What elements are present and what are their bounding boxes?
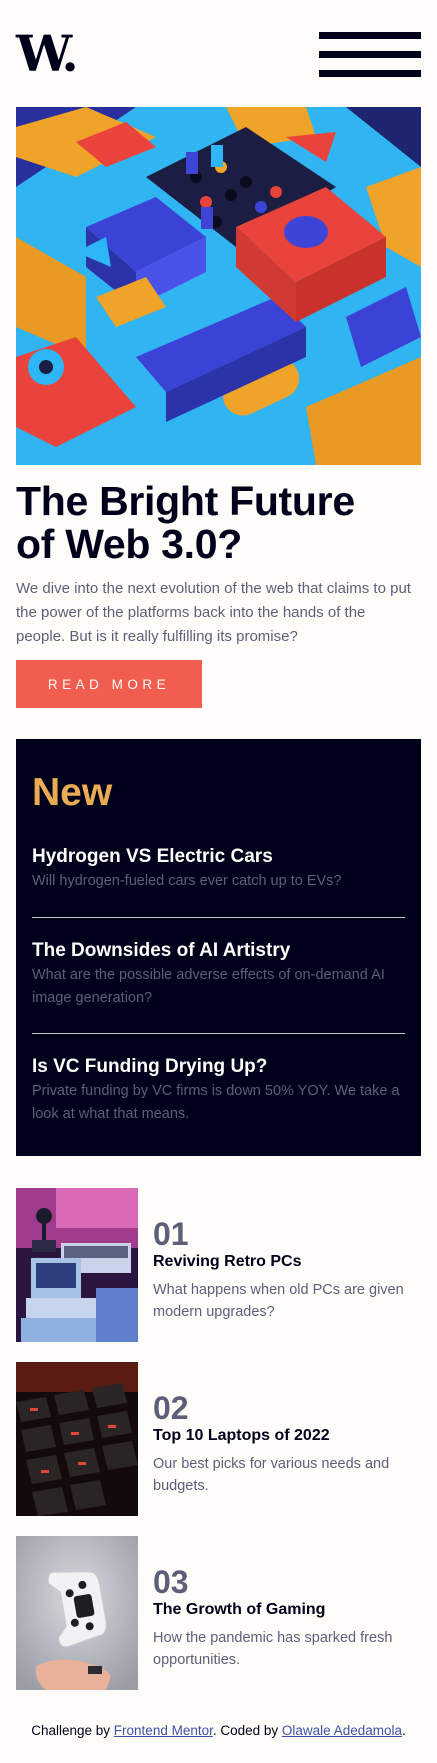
game-controller-thumbnail (16, 1536, 138, 1690)
new-item-title[interactable]: Hydrogen VS Electric Cars (32, 845, 405, 869)
hamburger-menu-icon[interactable] (319, 32, 421, 78)
menu-bar-top (319, 32, 421, 39)
new-item-description: Will hydrogen-fueled cars ever catch up … (32, 873, 342, 889)
article-description: What happens when old PCs are given mode… (153, 1282, 404, 1320)
article-title[interactable]: The Growth of Gaming (153, 1601, 325, 1619)
divider (32, 917, 405, 918)
article-card: 03 The Growth of Gaming How the pandemic… (16, 1536, 421, 1690)
article-number: 02 (153, 1390, 189, 1426)
new-item: Hydrogen VS Electric Cars Will hydrogen-… (32, 845, 405, 893)
frontend-mentor-link[interactable]: Frontend Mentor (114, 1723, 213, 1738)
article-title[interactable]: Top 10 Laptops of 2022 (153, 1427, 330, 1445)
menu-bar-middle (319, 51, 421, 58)
new-item-description: What are the possible adverse effects of… (32, 967, 385, 1006)
retro-pc-thumbnail (16, 1188, 138, 1342)
read-more-button[interactable]: READ MORE (16, 660, 202, 708)
laptop-keyboard-thumbnail (16, 1362, 138, 1516)
new-item: The Downsides of AI Artistry What are th… (32, 939, 405, 1010)
article-description: Our best picks for various needs and bud… (153, 1456, 390, 1494)
footer-suffix: . (401, 1723, 406, 1738)
menu-bar-bottom (319, 70, 421, 77)
article-card: 01 Reviving Retro PCs What happens when … (16, 1188, 421, 1342)
hero-title-line1: The Bright Future (16, 478, 355, 524)
hero-title-line2: of Web 3.0? (16, 521, 243, 567)
article-number: 03 (153, 1564, 189, 1600)
new-item: Is VC Funding Drying Up? Private funding… (32, 1055, 405, 1126)
header: W. (16, 28, 421, 80)
new-heading: New (32, 771, 113, 814)
footer-middle: . Coded by (212, 1723, 282, 1738)
article-description: How the pandemic has sparked fresh oppor… (153, 1630, 393, 1668)
hero-description: We dive into the next evolution of the w… (16, 580, 411, 645)
author-link[interactable]: Olawale Adedamola (282, 1723, 402, 1738)
hero-title: The Bright Future of Web 3.0? (16, 480, 426, 566)
new-item-title[interactable]: The Downsides of AI Artistry (32, 939, 405, 963)
hero-image (16, 107, 421, 465)
new-item-title[interactable]: Is VC Funding Drying Up? (32, 1055, 405, 1079)
divider (32, 1033, 405, 1034)
article-card: 02 Top 10 Laptops of 2022 Our best picks… (16, 1362, 421, 1516)
article-title[interactable]: Reviving Retro PCs (153, 1253, 301, 1271)
new-articles-panel: New Hydrogen VS Electric Cars Will hydro… (16, 739, 421, 1156)
new-item-description: Private funding by VC firms is down 50% … (32, 1083, 400, 1122)
footer-prefix: Challenge by (31, 1723, 114, 1738)
site-logo[interactable]: W. (16, 28, 79, 80)
article-number: 01 (153, 1216, 189, 1252)
attribution-footer: Challenge by Frontend Mentor. Coded by O… (0, 1723, 437, 1738)
